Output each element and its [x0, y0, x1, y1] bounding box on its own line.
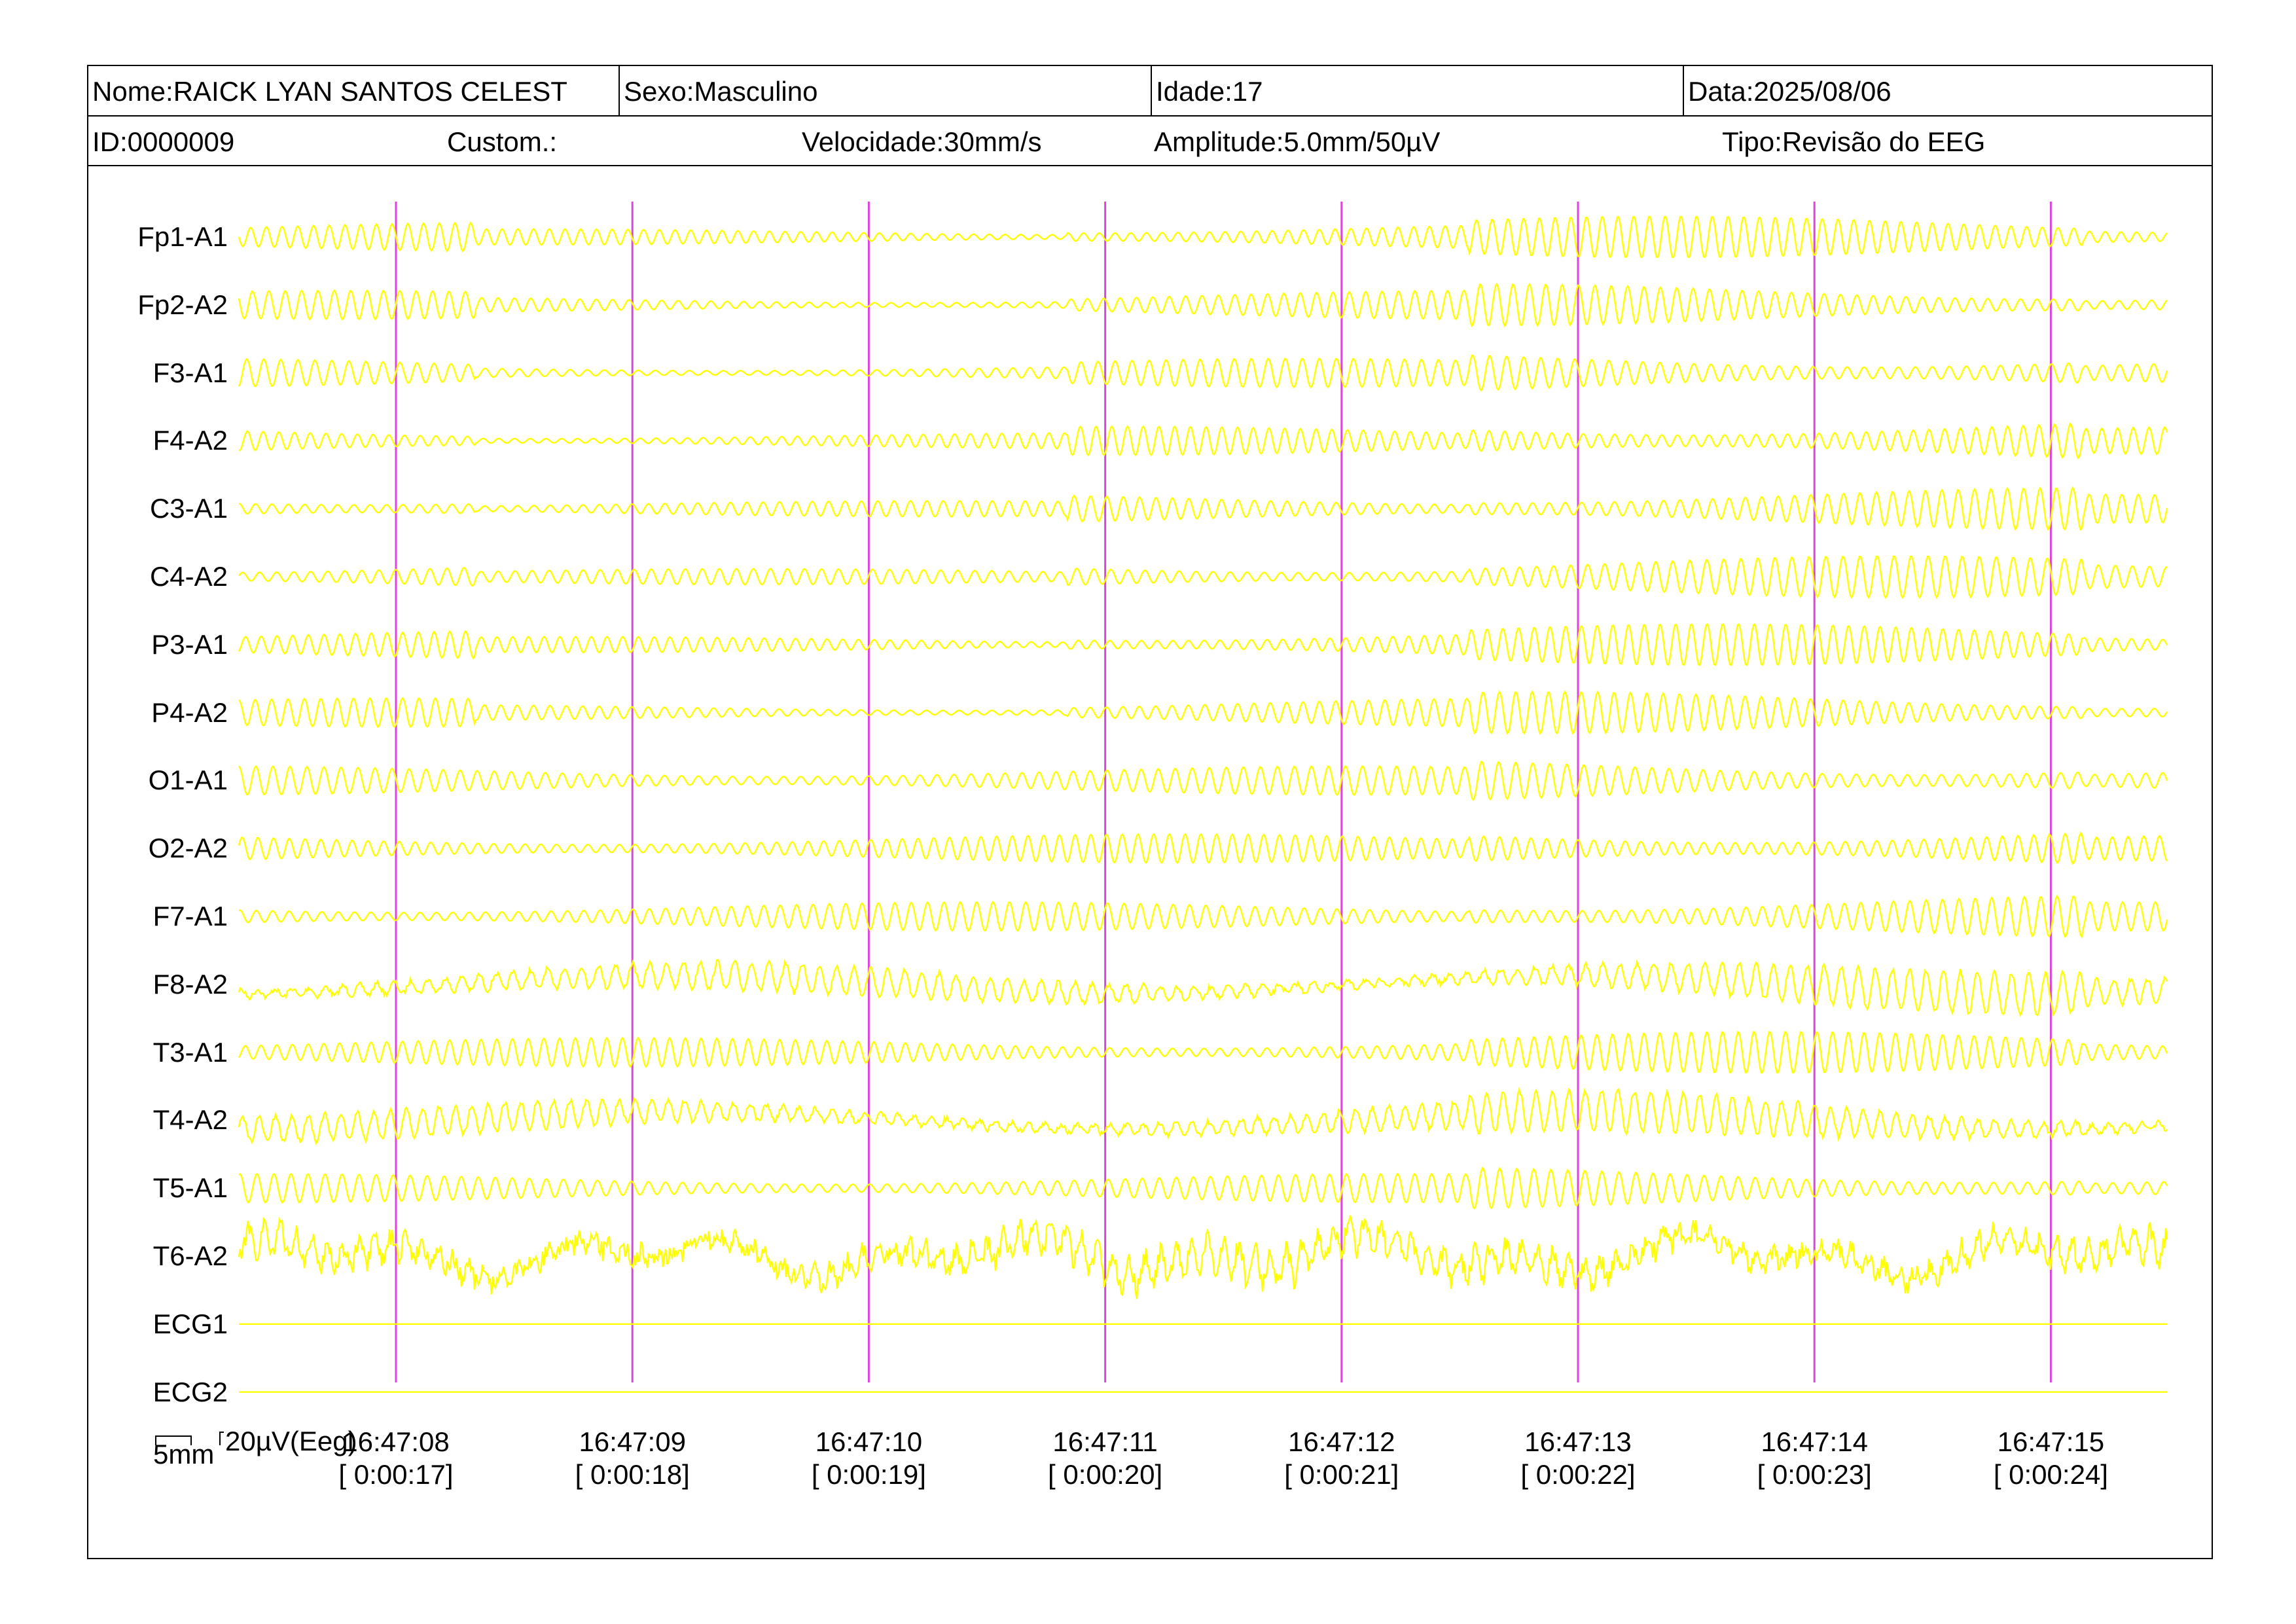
eeg-waveform [238, 422, 2168, 460]
time-mark-clock: 16:47:15 [1997, 1426, 2105, 1457]
channel-label: C3-A1 [149, 493, 228, 524]
eeg-waveform [238, 831, 2168, 865]
time-mark: 16:47:12[ 0:00:21] [1244, 1426, 1440, 1491]
channel-label: F7-A1 [152, 901, 228, 931]
channel-label: ECG1 [152, 1308, 228, 1339]
eeg-waveform [238, 958, 2168, 1017]
eeg-waveform [238, 486, 2168, 532]
time-mark-elapsed: [ 0:00:17] [338, 1459, 454, 1490]
channel-label: O2-A2 [148, 833, 228, 864]
channel-label: ECG2 [152, 1376, 228, 1407]
channel-label: F4-A2 [152, 425, 228, 456]
time-mark-elapsed: [ 0:00:21] [1284, 1459, 1399, 1490]
scale-amplitude: 20µV(Eeg) [225, 1426, 357, 1456]
eeg-waveform [238, 1215, 2168, 1299]
channel-label: T4-A2 [152, 1104, 228, 1136]
channel-label: P4-A2 [151, 696, 228, 728]
time-mark: 16:47:09[ 0:00:18] [534, 1426, 730, 1491]
eeg-waveform [238, 623, 2168, 666]
time-mark: 16:47:13[ 0:00:22] [1480, 1426, 1676, 1491]
time-mark-elapsed: [ 0:00:18] [575, 1459, 690, 1490]
eeg-waveform [238, 215, 2168, 259]
time-mark-clock: 16:47:11 [1052, 1426, 1158, 1457]
channel-label: Fp1-A1 [137, 221, 228, 252]
time-mark: 16:47:14[ 0:00:23] [1716, 1426, 1912, 1491]
time-mark-clock: 16:47:10 [815, 1426, 923, 1457]
channel-label: O1-A1 [148, 765, 228, 796]
time-mark: 16:47:10[ 0:00:19] [770, 1426, 967, 1491]
eeg-waveform [238, 690, 2168, 735]
eeg-waveform [238, 1166, 2168, 1210]
time-mark-clock: 16:47:12 [1288, 1426, 1395, 1457]
scale-time: 5mm [153, 1439, 215, 1470]
channel-label: T6-A2 [152, 1240, 228, 1271]
channel-label: F3-A1 [152, 357, 228, 388]
time-mark-clock: 16:47:14 [1761, 1426, 1868, 1457]
time-mark: 16:47:11[ 0:00:20] [1007, 1426, 1204, 1491]
eeg-trace-area [238, 202, 2168, 1393]
time-mark-elapsed: [ 0:00:24] [1993, 1459, 2108, 1490]
eeg-waveform [238, 555, 2168, 600]
eeg-waveform [238, 1031, 2168, 1074]
eeg-waveform [238, 761, 2168, 802]
time-mark-elapsed: [ 0:00:23] [1757, 1459, 1872, 1490]
channel-label: C4-A2 [149, 561, 228, 592]
channel-label: F8-A2 [152, 968, 228, 1000]
channel-label: T3-A1 [152, 1036, 228, 1068]
eeg-waveform [238, 1087, 2168, 1146]
time-mark-elapsed: [ 0:00:20] [1048, 1459, 1163, 1490]
time-mark: 16:47:15[ 0:00:24] [1952, 1426, 2149, 1491]
time-mark-clock: 16:47:13 [1524, 1426, 1632, 1457]
time-mark-elapsed: [ 0:00:22] [1520, 1459, 1636, 1490]
channel-label: Fp2-A2 [137, 289, 228, 320]
time-mark-elapsed: [ 0:00:19] [811, 1459, 926, 1490]
time-mark-clock: 16:47:09 [579, 1426, 686, 1457]
channel-label: P3-A1 [151, 628, 228, 660]
eeg-waveform [238, 354, 2168, 392]
eeg-waveform [238, 894, 2168, 939]
channel-label: T5-A1 [152, 1172, 228, 1204]
eeg-waveform [238, 282, 2168, 328]
